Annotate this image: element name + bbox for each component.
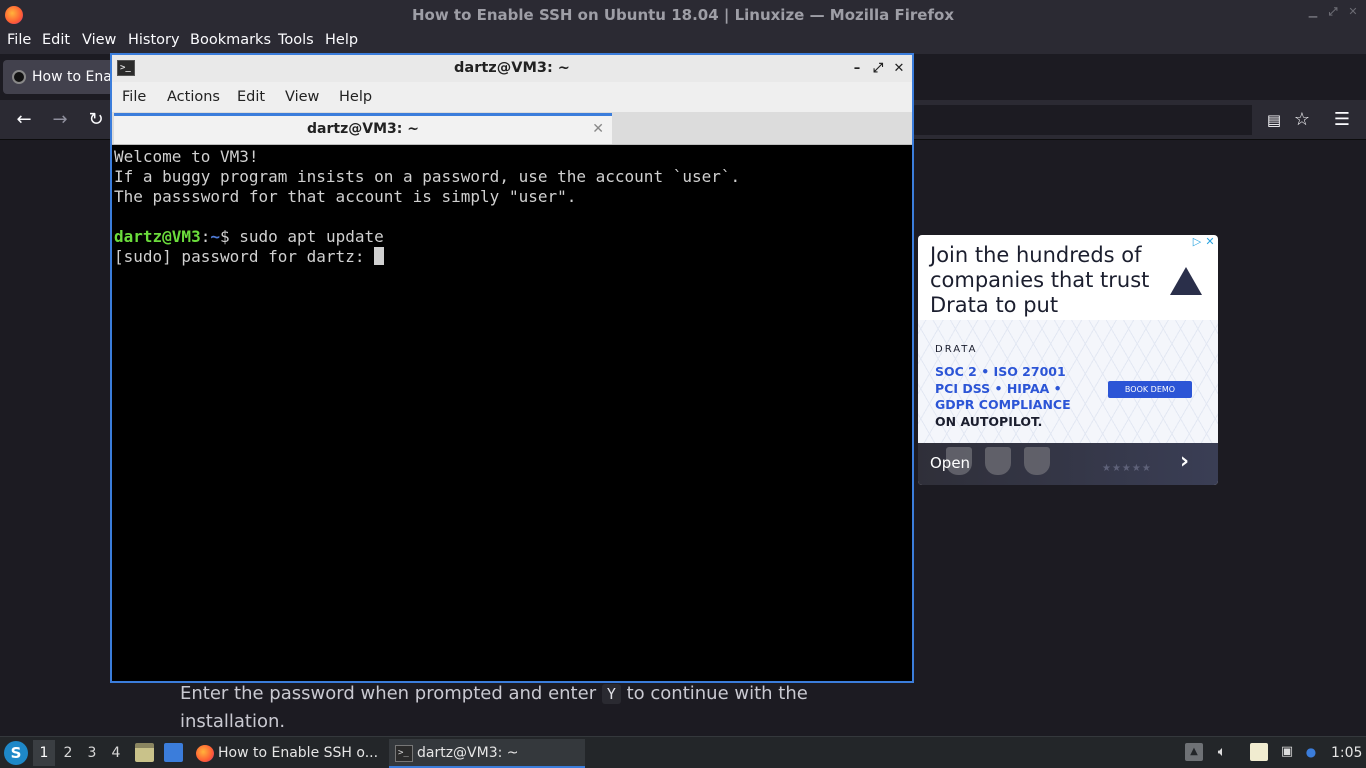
ad-line: SOC 2 • ISO 27001 [935, 364, 1066, 379]
tab-close-icon[interactable]: ✕ [592, 116, 604, 143]
inline-code: Y [601, 684, 621, 704]
terminal-line: Welcome to VM3! [114, 147, 259, 166]
ad-open-button[interactable]: Open [930, 454, 970, 472]
show-desktop-icon[interactable] [164, 743, 183, 762]
article-paragraph: Enter the password when prompted and ent… [180, 680, 860, 736]
tray-upload-icon[interactable]: ▲ [1185, 743, 1203, 761]
workspace-1[interactable]: 1 [33, 740, 55, 766]
workspace-3[interactable]: 3 [81, 740, 103, 766]
terminal-window: >_ dartz@VM3: ~ – ⤢ ✕ File Actions Edit … [110, 53, 914, 683]
award-badge-icon [985, 447, 1011, 475]
prompt-separator: : [200, 227, 211, 246]
minimize-icon[interactable]: ▁ [1306, 5, 1320, 19]
maximize-icon[interactable]: ⤢ [869, 55, 887, 82]
back-arrow-icon[interactable]: ← [12, 108, 36, 132]
terminal-line: If a buggy program insists on a password… [114, 167, 741, 186]
start-menu-icon[interactable]: S [4, 741, 28, 765]
workspace-2[interactable]: 2 [57, 740, 79, 766]
url-bar[interactable] [912, 105, 1252, 135]
close-icon[interactable]: ✕ [890, 55, 908, 82]
taskbar-task-terminal[interactable]: >_ dartz@VM3: ~ [389, 739, 585, 768]
menu-file[interactable]: File [7, 32, 31, 48]
network-icon[interactable]: ▣ [1278, 743, 1296, 761]
book-demo-button[interactable]: BOOK DEMO [1108, 381, 1192, 398]
taskbar: S 1 2 3 4 How to Enable SSH o... >_ dart… [0, 736, 1366, 768]
hamburger-menu-icon[interactable]: ☰ [1330, 108, 1354, 132]
menu-view[interactable]: View [82, 32, 116, 48]
terminal-icon: >_ [395, 745, 413, 762]
maximize-icon[interactable]: ⤢ [1326, 5, 1340, 19]
adchoices-icon[interactable]: ▷ [1191, 236, 1203, 248]
terminal-title: dartz@VM3: ~ [454, 60, 570, 76]
sudo-prompt: [sudo] password for dartz: [114, 247, 375, 266]
desktop: How to Enable SSH on Ubuntu 18.04 | Linu… [0, 0, 1366, 768]
chevron-right-icon[interactable]: › [1180, 449, 1189, 474]
taskbar-clock[interactable]: 1:05 [1331, 737, 1362, 768]
reader-view-icon[interactable]: ▤ [1262, 108, 1286, 132]
firefox-menubar: File Edit View History Bookmarks Tools H… [0, 30, 1366, 54]
linuxize-favicon-icon [12, 70, 26, 84]
ad-line: ON AUTOPILOT. [935, 413, 1043, 429]
notification-icon[interactable]: ● [1302, 743, 1320, 761]
prompt-symbol: $ [219, 227, 240, 246]
minimize-icon[interactable]: – [848, 55, 866, 82]
browser-tab-label: How to Enable SSH on Ubuntu 18.04 | Linu… [32, 69, 118, 85]
terminal-tabbar: dartz@VM3: ~ ✕ [112, 112, 912, 145]
terminal-menu-view[interactable]: View [285, 89, 319, 105]
terminal-output[interactable]: Welcome to VM3! If a buggy program insist… [114, 147, 910, 681]
volume-icon[interactable]: 🔈︎ [1213, 743, 1231, 761]
firefox-titlebar: How to Enable SSH on Ubuntu 18.04 | Linu… [0, 0, 1366, 30]
ad-line: PCI DSS • HIPAA • [935, 380, 1062, 396]
terminal-menu-file[interactable]: File [122, 89, 146, 105]
terminal-menu-actions[interactable]: Actions [167, 89, 220, 105]
ad-brand: DRATA [935, 344, 978, 355]
award-badge-icon [1024, 447, 1050, 475]
menu-edit[interactable]: Edit [42, 32, 70, 48]
terminal-line: The passsword for that account is simply… [114, 187, 577, 206]
terminal-titlebar[interactable]: >_ dartz@VM3: ~ – ⤢ ✕ [112, 55, 912, 82]
taskbar-task-label: dartz@VM3: ~ [417, 745, 519, 761]
article-text-before: Enter the password when prompted and ent… [180, 683, 602, 704]
firefox-icon [196, 745, 214, 762]
browser-tab[interactable]: How to Enable SSH on Ubuntu 18.04 | Linu… [3, 60, 118, 94]
terminal-command: sudo apt update [239, 227, 384, 246]
taskbar-task-label: How to Enable SSH o... [218, 745, 379, 761]
terminal-tab-label: dartz@VM3: ~ [307, 121, 419, 137]
rating-stars-icon: ★★★★★ [1102, 463, 1152, 474]
terminal-menu-help[interactable]: Help [339, 89, 372, 105]
sudo-prompt-line: [sudo] password for dartz: [114, 247, 910, 267]
terminal-menu-edit[interactable]: Edit [237, 89, 265, 105]
terminal-tab[interactable]: dartz@VM3: ~ ✕ [114, 113, 612, 144]
reload-icon[interactable]: ↻ [84, 108, 108, 132]
firefox-icon [5, 6, 23, 24]
ad-headline[interactable]: Join the hundreds of companies that trus… [930, 243, 1150, 318]
star-icon[interactable]: ☆ [1290, 108, 1314, 132]
advertisement[interactable]: Join the hundreds of companies that trus… [918, 235, 1218, 485]
ad-feature-list: SOC 2 • ISO 27001 PCI DSS • HIPAA • GDPR… [935, 364, 1071, 430]
prompt-path: ~ [210, 227, 220, 246]
menu-tools[interactable]: Tools [278, 32, 314, 48]
ad-footer[interactable]: ★★★★★ Open › [918, 443, 1218, 485]
close-icon[interactable]: ✕ [1346, 5, 1360, 19]
ad-banner[interactable]: DRATA SOC 2 • ISO 27001 PCI DSS • HIPAA … [918, 320, 1218, 443]
workspace-4[interactable]: 4 [105, 740, 127, 766]
menu-bookmarks[interactable]: Bookmarks [190, 32, 271, 48]
prompt-user: dartz@VM3 [114, 227, 201, 246]
terminal-prompt-line: dartz@VM3:~$ sudo apt update [114, 227, 910, 247]
menu-history[interactable]: History [128, 32, 180, 48]
clipboard-icon[interactable] [1250, 743, 1268, 761]
menu-help[interactable]: Help [325, 32, 358, 48]
ad-line: GDPR COMPLIANCE [935, 397, 1071, 412]
terminal-menubar: File Actions Edit View Help [112, 82, 912, 112]
text-cursor [374, 247, 385, 265]
taskbar-task-firefox[interactable]: How to Enable SSH o... [190, 739, 385, 768]
firefox-window-title: How to Enable SSH on Ubuntu 18.04 | Linu… [411, 6, 954, 24]
forward-arrow-icon[interactable]: → [48, 108, 72, 132]
ad-close-icon[interactable]: ✕ [1204, 236, 1216, 248]
terminal-icon: >_ [117, 60, 135, 76]
file-manager-icon[interactable] [135, 743, 154, 762]
drata-logo-icon [1170, 267, 1202, 295]
